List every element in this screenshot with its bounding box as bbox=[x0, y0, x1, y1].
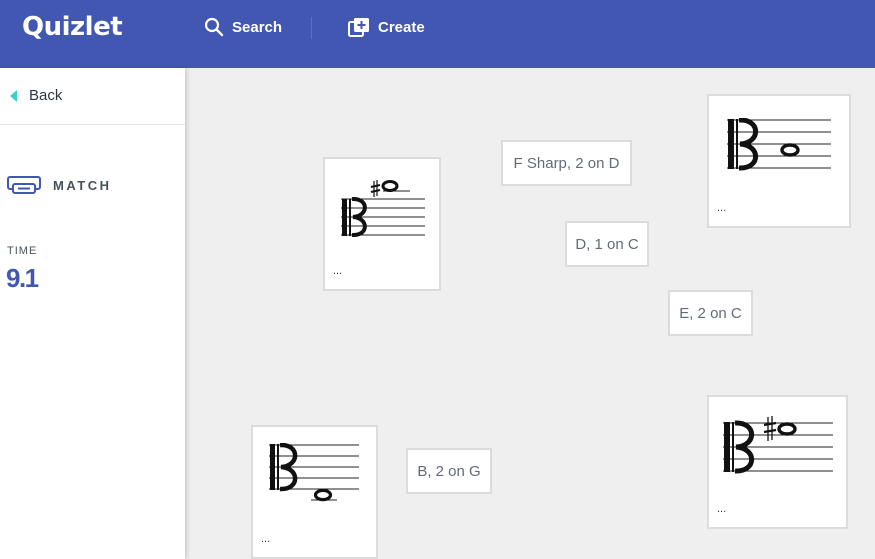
image-card[interactable]: ... bbox=[323, 157, 441, 291]
time-value: 9.1 bbox=[6, 263, 39, 293]
back-button[interactable]: Back bbox=[10, 87, 62, 104]
sharp-icon bbox=[370, 180, 381, 197]
text-card[interactable]: D, 1 on C bbox=[565, 221, 649, 267]
image-card[interactable]: ... bbox=[707, 94, 851, 228]
sidebar: Back MATCH TIME 9.1 bbox=[0, 68, 185, 559]
text-card[interactable]: F Sharp, 2 on D bbox=[501, 140, 632, 186]
whole-note-icon bbox=[381, 180, 399, 192]
card-caption: ... bbox=[333, 265, 343, 277]
staff-image bbox=[727, 118, 831, 171]
sidebar-divider bbox=[0, 124, 185, 125]
create-label: Create bbox=[378, 18, 425, 36]
card-caption: ... bbox=[717, 503, 727, 515]
whole-note-icon bbox=[777, 422, 797, 436]
nav-divider bbox=[311, 17, 312, 39]
whole-note-icon bbox=[780, 143, 800, 157]
whole-note-icon bbox=[313, 488, 333, 502]
search-button[interactable]: Search bbox=[204, 17, 282, 37]
staff-image bbox=[723, 416, 833, 474]
alto-clef-icon bbox=[342, 197, 367, 237]
top-navigation-bar: Quizlet Search Create bbox=[0, 0, 875, 68]
back-arrow-icon bbox=[10, 89, 17, 102]
text-card[interactable]: B, 2 on G bbox=[406, 448, 492, 494]
match-board: ... ... ... ... F Sharp, 2 on D D, 1 on … bbox=[185, 68, 875, 559]
quizlet-logo[interactable]: Quizlet bbox=[22, 12, 123, 42]
create-button[interactable]: Create bbox=[348, 17, 425, 37]
mode-label: MATCH bbox=[53, 177, 112, 193]
sharp-icon bbox=[763, 416, 777, 441]
create-icon bbox=[348, 18, 369, 37]
image-card[interactable]: ... bbox=[707, 395, 848, 529]
time-label: TIME bbox=[7, 245, 38, 257]
match-icon bbox=[7, 176, 41, 194]
card-caption: ... bbox=[717, 202, 727, 214]
text-card[interactable]: E, 2 on C bbox=[668, 290, 753, 336]
card-caption: ... bbox=[261, 533, 271, 545]
staff-image bbox=[269, 443, 359, 502]
search-icon bbox=[204, 17, 224, 37]
staff-image bbox=[341, 180, 425, 237]
match-mode: MATCH bbox=[7, 175, 111, 195]
search-label: Search bbox=[232, 18, 283, 36]
image-card[interactable]: ... bbox=[251, 425, 378, 559]
back-label: Back bbox=[29, 87, 63, 104]
